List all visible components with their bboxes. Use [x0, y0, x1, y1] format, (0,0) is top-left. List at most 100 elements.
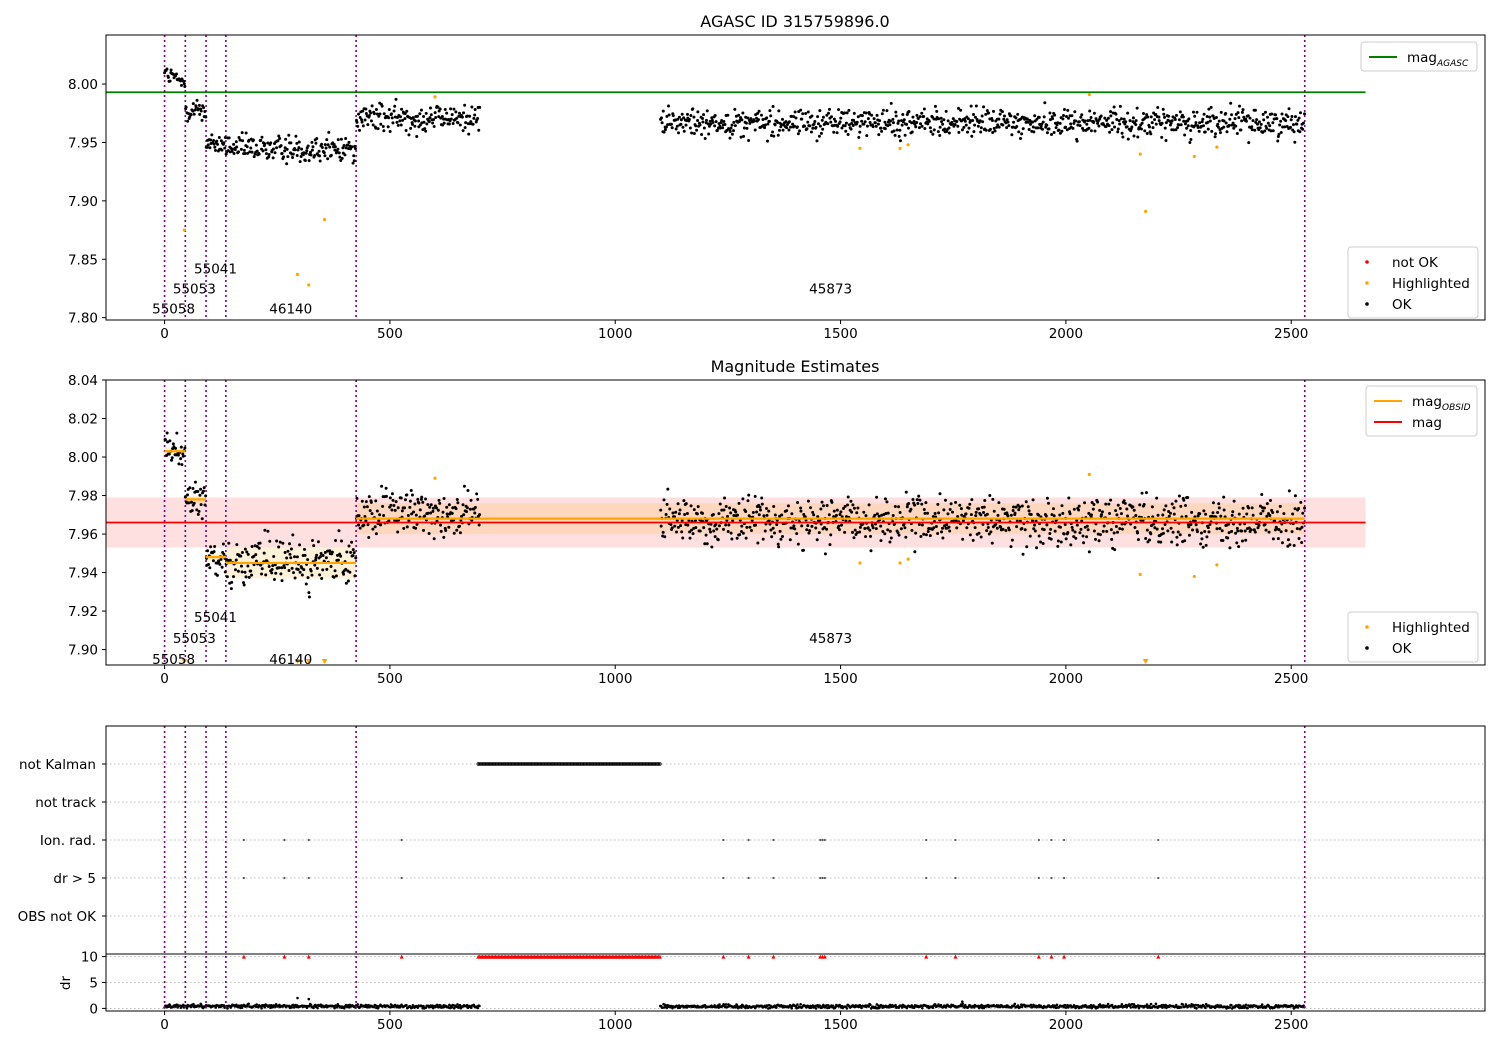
ok-point — [931, 132, 935, 136]
ok-point — [661, 530, 665, 534]
ok-point — [304, 151, 308, 155]
ok-point — [391, 498, 395, 502]
ok-point — [302, 568, 306, 572]
ok-point — [1291, 123, 1295, 127]
ok-point — [866, 117, 870, 121]
ok-point — [846, 503, 850, 507]
ok-point — [1185, 126, 1189, 130]
ok-point — [865, 134, 869, 138]
ok-point — [239, 554, 243, 558]
ok-point — [787, 120, 791, 124]
ok-point — [439, 529, 443, 533]
ok-point — [1198, 512, 1202, 516]
ok-point — [1028, 122, 1032, 126]
ok-point — [705, 542, 709, 546]
ok-point — [710, 545, 714, 549]
ok-point — [366, 523, 370, 527]
ok-point — [760, 113, 764, 117]
ok-point — [1136, 538, 1140, 542]
ok-point — [234, 568, 238, 572]
obsid-label: 45873 — [809, 281, 852, 297]
ok-point — [222, 552, 226, 556]
ok-point — [315, 553, 319, 557]
ok-point — [745, 525, 749, 529]
ok-point — [1134, 123, 1138, 127]
obsid-label: 55053 — [173, 281, 216, 297]
ok-point — [1163, 523, 1167, 527]
y-tick-label: 7.85 — [68, 252, 98, 268]
ok-point — [227, 541, 231, 545]
ok-point — [1236, 529, 1240, 533]
ok-point — [207, 562, 211, 566]
ok-point — [283, 149, 287, 153]
ok-point — [288, 552, 292, 556]
ok-point — [1020, 504, 1024, 508]
ok-point — [686, 523, 690, 527]
ok-point — [201, 489, 205, 493]
ok-point — [1138, 503, 1142, 507]
ok-point — [957, 130, 961, 134]
ok-point — [320, 142, 324, 146]
ok-point — [1246, 114, 1250, 118]
ok-point — [186, 493, 190, 497]
x-tick-label: 1000 — [598, 671, 632, 687]
ok-point — [717, 512, 721, 516]
ok-point — [1053, 529, 1057, 533]
y-tick-label: 8.00 — [68, 450, 98, 466]
ok-point — [1115, 530, 1119, 534]
ok-point — [1268, 498, 1272, 502]
ion-rad-point — [1037, 838, 1040, 842]
ok-point — [865, 124, 869, 128]
ok-point — [667, 113, 671, 117]
ok-point — [819, 131, 823, 135]
ok-point — [295, 555, 299, 559]
ok-point — [1061, 511, 1065, 515]
ok-point — [1157, 115, 1161, 119]
ok-point — [673, 524, 677, 528]
ok-point — [696, 110, 700, 114]
ok-point — [915, 498, 919, 502]
ok-point — [891, 513, 895, 517]
ok-point — [913, 503, 917, 507]
ok-point — [291, 155, 295, 159]
ok-point — [971, 538, 975, 542]
ok-point — [473, 505, 477, 509]
ok-point — [947, 525, 951, 529]
ok-point — [880, 112, 884, 116]
ok-point — [670, 526, 674, 530]
ok-point — [315, 137, 319, 141]
dr-point — [1129, 1006, 1133, 1009]
ok-point — [759, 508, 763, 512]
ok-point — [291, 533, 295, 537]
ok-point — [369, 119, 373, 123]
ok-point — [973, 123, 977, 127]
ok-point — [843, 530, 847, 534]
ok-point — [347, 140, 351, 144]
out-of-range-marker — [1142, 659, 1149, 664]
ok-point — [835, 508, 839, 512]
ok-point — [941, 536, 945, 540]
ok-point — [204, 115, 208, 119]
ok-point — [810, 524, 814, 528]
ok-point — [796, 132, 800, 136]
legend-swatch — [1365, 625, 1369, 629]
ok-point — [990, 118, 994, 122]
ok-point — [165, 67, 169, 71]
ok-point — [182, 82, 186, 86]
ok-point — [396, 123, 400, 127]
ok-point — [689, 113, 693, 117]
ok-point — [1114, 524, 1118, 528]
ok-point — [966, 130, 970, 134]
ok-point — [1042, 115, 1046, 119]
ok-point — [325, 138, 329, 142]
ok-point — [776, 133, 780, 137]
ok-point — [166, 75, 170, 79]
ok-point — [262, 551, 266, 555]
ok-point — [462, 484, 466, 488]
ok-point — [675, 530, 679, 534]
ok-point — [955, 120, 959, 124]
ok-point — [787, 128, 791, 132]
ok-point — [1136, 531, 1140, 535]
ok-point — [1260, 492, 1264, 496]
ion-rad-point — [307, 838, 310, 842]
